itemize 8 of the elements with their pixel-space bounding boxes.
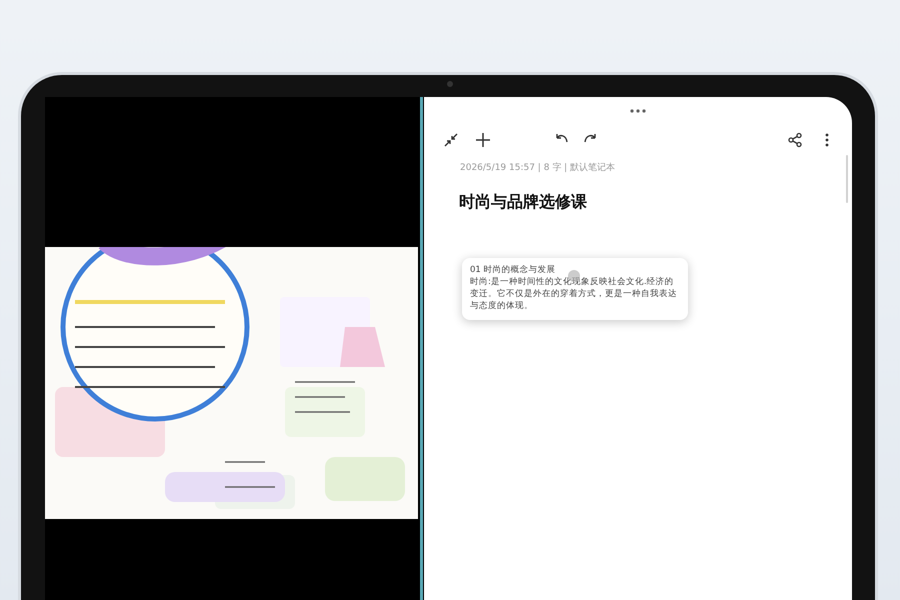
drag-handle-icon[interactable] [630,109,646,113]
camera-icon [447,81,453,87]
note-metadata: 2026/5/19 15:57 | 8 字 | 默认笔记本 [460,162,616,174]
card-body: 时尚:是一种时间性的文化现象反映社会文化.经济的变迁。它不仅是外在的穿着方式，更是一种自我表达与态度的体现。 [470,276,678,312]
scrollbar [846,155,848,203]
note-title: 时尚与品牌选修课 [459,192,588,213]
card-heading: 01 时尚的概念与发展 [470,264,557,276]
note-card[interactable]: 01 时尚的概念与发展 时尚:是一种时间性的文化现象反映社会文化.经济的变迁。它不仅是外在的穿着方式，更是一种自我表达与态度的体现。 [462,258,688,320]
